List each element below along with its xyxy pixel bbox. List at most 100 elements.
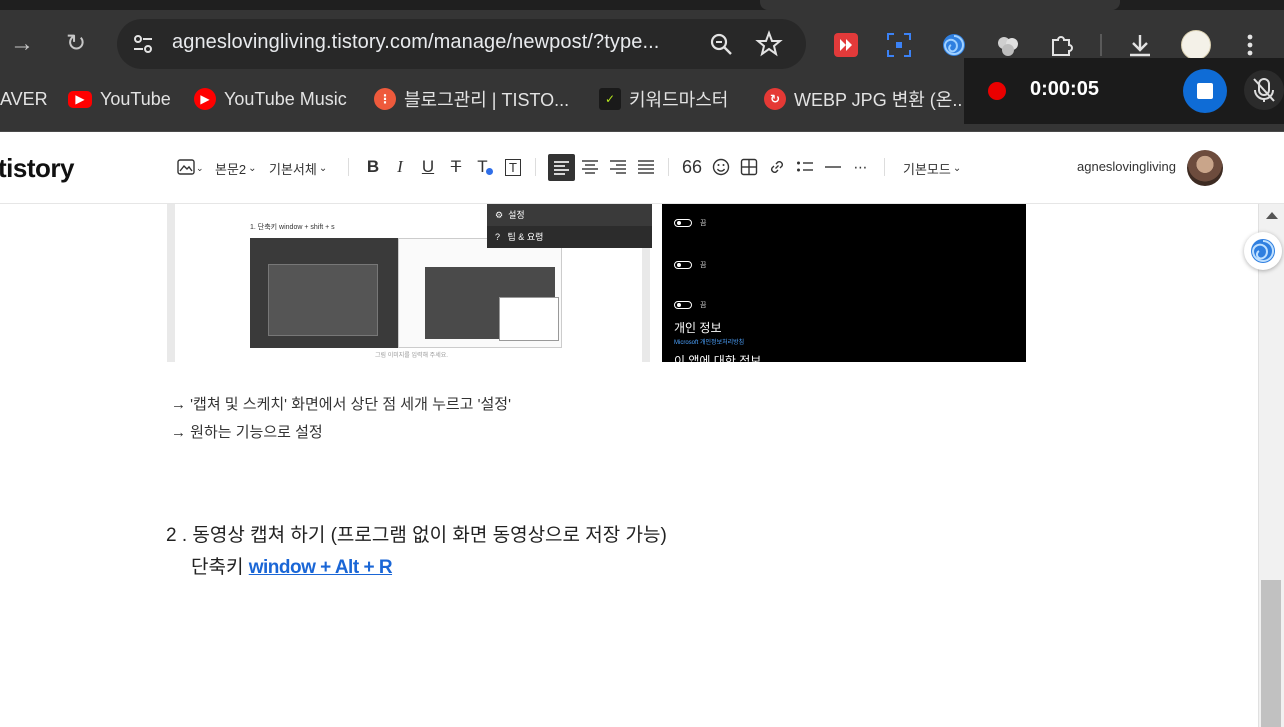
reload-icon[interactable]: ↻ xyxy=(58,26,94,62)
extension-red-icon[interactable] xyxy=(833,32,859,58)
editor-toolbar: tistory ⌄ 본문2 ⌄ 기본서체 ⌄ B I U T T T 66 ⋯ 기본… xyxy=(0,133,1284,204)
youtube-icon: ▶ xyxy=(68,90,92,108)
bookmark-youtube-music[interactable]: ▶ YouTube Music xyxy=(194,84,347,114)
forward-icon[interactable]: → xyxy=(4,26,40,62)
more-tools-icon[interactable]: ⋯ xyxy=(849,155,873,179)
text-color-icon[interactable]: T xyxy=(473,155,497,179)
chevron-down-icon: ⌄ xyxy=(952,162,962,174)
embedded-screenshot-right[interactable]: 끔 끔 끔 개인 정보 Microsoft 개인정보처리방침 이 앱에 대한 정… xyxy=(662,204,1026,368)
bookmark-label: YouTube xyxy=(100,88,171,109)
bookmark-webp-jpg[interactable]: ↻ WEBP JPG 변환 (온... xyxy=(764,84,967,114)
shortcut-keys-link[interactable]: window + Alt + R xyxy=(249,557,393,578)
site-settings-icon[interactable] xyxy=(131,32,155,56)
toggle-label: 끔 xyxy=(700,262,707,269)
mic-off-icon xyxy=(1253,78,1275,102)
zoom-icon[interactable] xyxy=(707,30,735,58)
paragraph-style-label: 본문2 xyxy=(215,161,247,177)
swirl-extension-icon[interactable] xyxy=(941,32,967,58)
url-text[interactable]: agneslovingliving.tistory.com/manage/new… xyxy=(172,31,659,54)
username[interactable]: agneslovingliving xyxy=(1077,159,1176,174)
toolbar-separator xyxy=(348,158,349,176)
embedded-link: Microsoft 개인정보처리방침 xyxy=(674,340,745,346)
profile-avatar[interactable] xyxy=(1181,30,1211,60)
align-right-icon[interactable] xyxy=(606,155,630,179)
address-bar[interactable]: agneslovingliving.tistory.com/manage/new… xyxy=(117,19,806,69)
font-label: 기본서체 xyxy=(269,161,317,177)
toggle-icon xyxy=(674,219,692,227)
recording-indicator-icon xyxy=(988,82,1006,100)
horizontal-rule-icon[interactable] xyxy=(821,155,845,179)
align-left-icon xyxy=(554,161,569,175)
font-select[interactable]: 기본서체 ⌄ xyxy=(269,157,327,179)
bookmark-label: AVER xyxy=(0,88,48,109)
download-icon[interactable] xyxy=(1127,32,1153,58)
extensions-puzzle-icon[interactable] xyxy=(1049,32,1075,58)
scrollbar-thumb[interactable] xyxy=(1261,580,1281,727)
recording-timer: 0:00:05 xyxy=(1030,78,1099,100)
more-menu-icon[interactable] xyxy=(1237,32,1263,58)
quote-icon[interactable]: 66 xyxy=(680,155,704,179)
table-icon[interactable] xyxy=(737,155,761,179)
align-justify-icon[interactable] xyxy=(634,155,658,179)
tistory-icon: ⋮ xyxy=(374,88,396,110)
bookmark-label: YouTube Music xyxy=(224,88,347,109)
toggle-label: 끔 xyxy=(700,220,707,227)
align-center-icon[interactable] xyxy=(578,155,602,179)
editor-mode-label: 기본모드 xyxy=(903,161,951,177)
chevron-down-icon[interactable]: ⌄ xyxy=(196,157,204,179)
align-left-button[interactable] xyxy=(548,154,575,181)
toolbar-separator xyxy=(884,158,885,176)
embedded-settings-menu: ⚙ 설정 ? 팁 & 요령 xyxy=(487,204,652,248)
youtube-music-icon: ▶ xyxy=(194,88,216,110)
toolbar-separator xyxy=(535,158,536,176)
image-insert-icon[interactable] xyxy=(174,155,198,179)
bold-icon[interactable]: B xyxy=(361,155,385,179)
chevron-down-icon: ⌄ xyxy=(248,162,257,174)
bookmark-naver[interactable]: AVER xyxy=(0,84,48,114)
chevron-down-icon: ⌄ xyxy=(318,162,328,174)
strikethrough-icon[interactable]: T xyxy=(444,155,468,179)
embedded-next-title: 이 앱에 대한 정보 xyxy=(674,354,762,368)
window-top-strip xyxy=(0,0,1284,10)
bullet-list-icon[interactable] xyxy=(793,155,817,179)
help-icon: ? xyxy=(495,232,501,242)
emoji-icon[interactable] xyxy=(709,155,733,179)
embedded-section-title: 개인 정보 xyxy=(674,321,722,335)
scrollbar[interactable] xyxy=(1258,204,1284,727)
underline-icon[interactable]: U xyxy=(416,155,440,179)
tistory-logo[interactable]: tistory xyxy=(0,153,74,184)
floating-assistant-button[interactable] xyxy=(1244,232,1282,270)
bookmark-keyword-master[interactable]: ✓ 키워드마스터 xyxy=(599,84,728,114)
embedded-mini-screenshot xyxy=(398,238,562,348)
clouds-extension-icon[interactable] xyxy=(995,32,1021,58)
bookmark-youtube[interactable]: ▶ YouTube xyxy=(68,84,171,114)
paragraph-line[interactable]: → 원하는 기능으로 설정 xyxy=(171,421,323,442)
gear-icon: ⚙ xyxy=(495,210,504,220)
embedded-footer-text: 그림 이미지를 입력해 주세요. xyxy=(375,353,448,359)
paragraph-line[interactable]: → '캡쳐 및 스케치' 화면에서 상단 점 세개 누르고 '설정' xyxy=(171,393,511,414)
embedded-caption: 1. 단축키 window + shift + s xyxy=(250,224,335,231)
toggle-icon xyxy=(674,261,692,269)
toolbar-divider xyxy=(1100,34,1102,56)
editor-content[interactable]: 1. 단축키 window + shift + s 그림 이미지를 입력해 주세… xyxy=(0,204,1258,727)
convert-icon: ↻ xyxy=(764,88,786,110)
screen-capture-icon[interactable] xyxy=(886,32,912,58)
text-background-icon[interactable]: T xyxy=(501,155,525,179)
menu-settings-label: 설정 xyxy=(508,210,525,220)
bookmark-star-icon[interactable] xyxy=(755,30,783,58)
embedded-mini-screenshot xyxy=(250,238,398,348)
link-icon[interactable] xyxy=(765,155,789,179)
screen-recorder-bar: 0:00:05 xyxy=(964,58,1284,124)
avatar[interactable] xyxy=(1187,150,1223,186)
shortcut-line[interactable]: 단축키 window + Alt + R xyxy=(191,552,393,579)
toggle-label: 끔 xyxy=(700,302,707,309)
scroll-up-icon[interactable] xyxy=(1266,212,1278,219)
embedded-screenshot-left[interactable]: 1. 단축키 window + shift + s 그림 이미지를 입력해 주세… xyxy=(167,204,652,362)
italic-icon[interactable]: I xyxy=(388,155,412,179)
editor-mode-select[interactable]: 기본모드 ⌄ xyxy=(903,157,961,179)
bookmark-tistory-admin[interactable]: ⋮ 블로그관리 | TISTO... xyxy=(374,84,569,114)
stop-recording-button[interactable] xyxy=(1183,69,1227,113)
mic-muted-button[interactable] xyxy=(1244,70,1284,110)
section-heading[interactable]: 2 . 동영상 캡쳐 하기 (프로그램 없이 화면 동영상으로 저장 가능) xyxy=(166,520,667,547)
paragraph-style-select[interactable]: 본문2 ⌄ xyxy=(215,157,257,179)
